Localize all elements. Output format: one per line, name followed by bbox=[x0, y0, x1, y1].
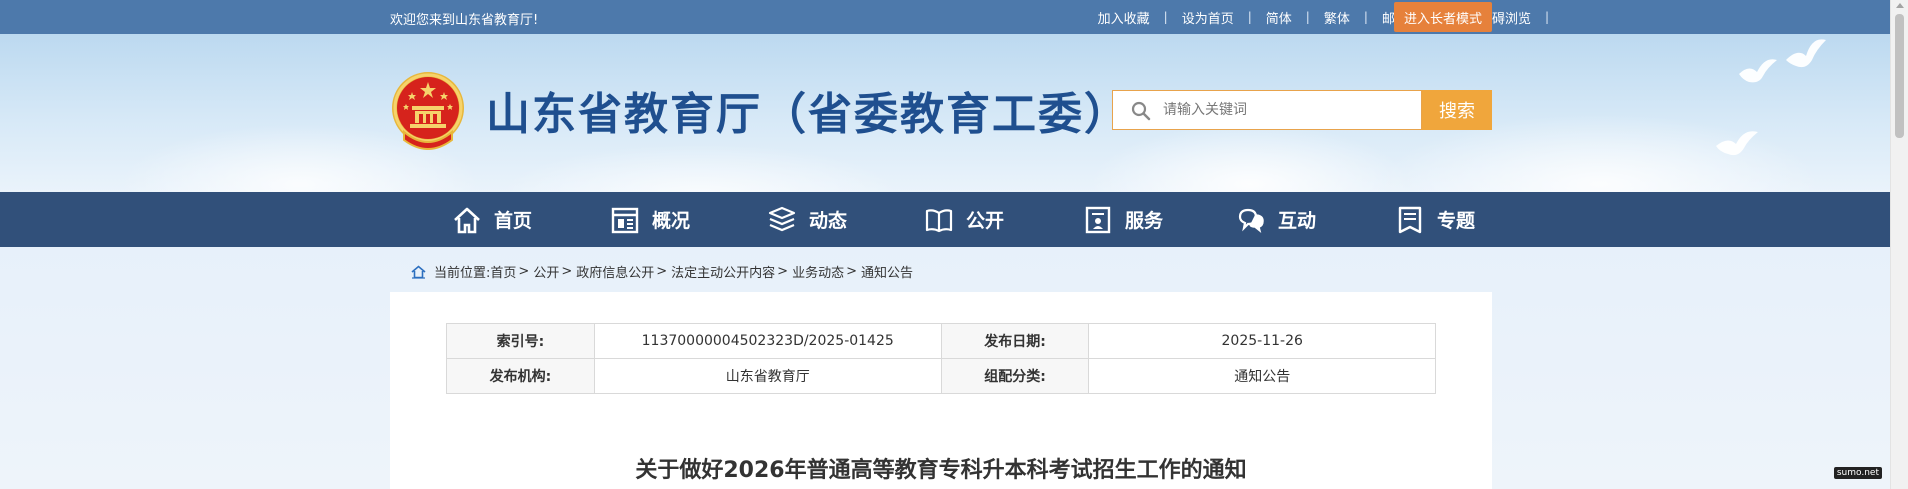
nav-item-overview[interactable]: 概况 bbox=[610, 192, 690, 247]
national-emblem-icon[interactable] bbox=[390, 70, 466, 150]
book-icon bbox=[925, 208, 953, 232]
add-favorite-link[interactable]: 加入收藏 bbox=[1098, 8, 1150, 27]
nav-label: 首页 bbox=[494, 210, 533, 232]
breadcrumb-separator: > bbox=[561, 264, 573, 279]
index-value: 11370000004502323D/2025-01425 bbox=[593, 323, 942, 359]
dove-icon bbox=[1716, 131, 1758, 156]
search-input[interactable] bbox=[1163, 91, 1413, 129]
separator: | bbox=[1163, 10, 1168, 24]
search-button[interactable]: 搜索 bbox=[1422, 90, 1492, 130]
date-label: 发布日期: bbox=[940, 323, 1090, 359]
chat-icon bbox=[1238, 208, 1264, 233]
nav-item-home[interactable]: 首页 bbox=[452, 192, 532, 247]
breadcrumb-separator: > bbox=[518, 264, 530, 279]
main-nav: 首页 概况 动态 公开 服务 互动 专题 bbox=[0, 192, 1890, 247]
news-icon bbox=[768, 206, 796, 231]
article-panel: 索引号: 11370000004502323D/2025-01425 发布日期:… bbox=[390, 292, 1492, 489]
top-links: 加入收藏 | 设为首页 | 简体 | 繁体 | 邮件系统 | 无障碍浏览 | bbox=[1098, 0, 1563, 34]
breadcrumb-item-home[interactable]: 首页 bbox=[490, 262, 516, 281]
org-label: 发布机构: bbox=[446, 358, 595, 394]
nav-item-interact[interactable]: 互动 bbox=[1236, 192, 1316, 247]
nav-item-topic[interactable]: 专题 bbox=[1395, 192, 1475, 247]
elder-mode-button[interactable]: 进入长者模式 bbox=[1394, 2, 1492, 32]
article-title: 关于做好2026年普通高等教育专科升本科考试招生工作的通知 bbox=[635, 458, 1247, 483]
category-label: 组配分类: bbox=[940, 358, 1090, 394]
breadcrumb-separator: > bbox=[846, 264, 857, 279]
nav-label: 动态 bbox=[809, 210, 848, 232]
search-icon bbox=[1131, 101, 1151, 121]
index-label: 索引号: bbox=[446, 323, 595, 359]
breadcrumb-separator: > bbox=[656, 264, 668, 279]
scroll-up-arrow-icon[interactable] bbox=[1896, 3, 1904, 8]
home-icon bbox=[454, 207, 480, 233]
category-value: 通知公告 bbox=[1088, 358, 1436, 394]
separator: | bbox=[1544, 10, 1549, 24]
nav-label: 专题 bbox=[1437, 210, 1476, 232]
home-icon bbox=[411, 264, 426, 279]
simplified-chinese-link[interactable]: 简体 bbox=[1266, 8, 1292, 27]
breadcrumb-item-public[interactable]: 公开 bbox=[533, 262, 559, 281]
article-meta-table: 索引号: 11370000004502323D/2025-01425 发布日期:… bbox=[446, 323, 1436, 394]
org-value: 山东省教育厅 bbox=[593, 358, 942, 394]
date-value: 2025-11-26 bbox=[1088, 323, 1436, 359]
breadcrumb-prefix: 当前位置: bbox=[434, 266, 491, 281]
breadcrumb-item-statutory[interactable]: 法定主动公开内容 bbox=[671, 262, 775, 281]
set-homepage-link[interactable]: 设为首页 bbox=[1182, 8, 1234, 27]
nav-item-public[interactable]: 公开 bbox=[924, 192, 1004, 247]
service-icon bbox=[1085, 206, 1111, 233]
welcome-text: 欢迎您来到山东省教育厅! bbox=[390, 13, 539, 28]
separator: | bbox=[1247, 10, 1252, 24]
nav-label: 服务 bbox=[1125, 210, 1164, 232]
vertical-scrollbar[interactable] bbox=[1890, 0, 1908, 489]
breadcrumb-separator: > bbox=[777, 264, 789, 279]
nav-label: 概况 bbox=[652, 210, 691, 232]
breadcrumb: 当前位置: 首页 > 公开 > 政府信息公开 > 法定主动公开内容 > 业务动态… bbox=[411, 262, 913, 281]
nav-label: 公开 bbox=[966, 210, 1005, 232]
watermark: sumo.net bbox=[1833, 467, 1882, 479]
scrollbar-thumb[interactable] bbox=[1895, 14, 1904, 138]
breadcrumb-item-business[interactable]: 业务动态 bbox=[792, 262, 844, 281]
traditional-chinese-link[interactable]: 繁体 bbox=[1324, 8, 1350, 27]
site-header: 山东省教育厅（省委教育工委） 搜索 bbox=[0, 34, 1890, 192]
overview-icon bbox=[611, 207, 639, 233]
table-row: 索引号: 11370000004502323D/2025-01425 发布日期:… bbox=[446, 323, 1436, 359]
separator: | bbox=[1305, 10, 1310, 24]
search-box bbox=[1112, 90, 1422, 130]
nav-label: 互动 bbox=[1278, 210, 1317, 232]
breadcrumb-item-notice[interactable]: 通知公告 bbox=[861, 262, 913, 281]
dove-icon bbox=[1739, 59, 1777, 83]
top-bar: 欢迎您来到山东省教育厅! 加入收藏 | 设为首页 | 简体 | 繁体 | 邮件系… bbox=[0, 0, 1890, 34]
topic-icon bbox=[1398, 206, 1422, 233]
breadcrumb-item-gov-info[interactable]: 政府信息公开 bbox=[576, 262, 654, 281]
dove-icon bbox=[1786, 39, 1826, 68]
nav-item-service[interactable]: 服务 bbox=[1083, 192, 1163, 247]
nav-item-news[interactable]: 动态 bbox=[767, 192, 847, 247]
separator: | bbox=[1363, 10, 1368, 24]
table-row: 发布机构: 山东省教育厅 组配分类: 通知公告 bbox=[446, 358, 1436, 394]
site-title[interactable]: 山东省教育厅（省委教育工委） bbox=[486, 78, 1130, 142]
